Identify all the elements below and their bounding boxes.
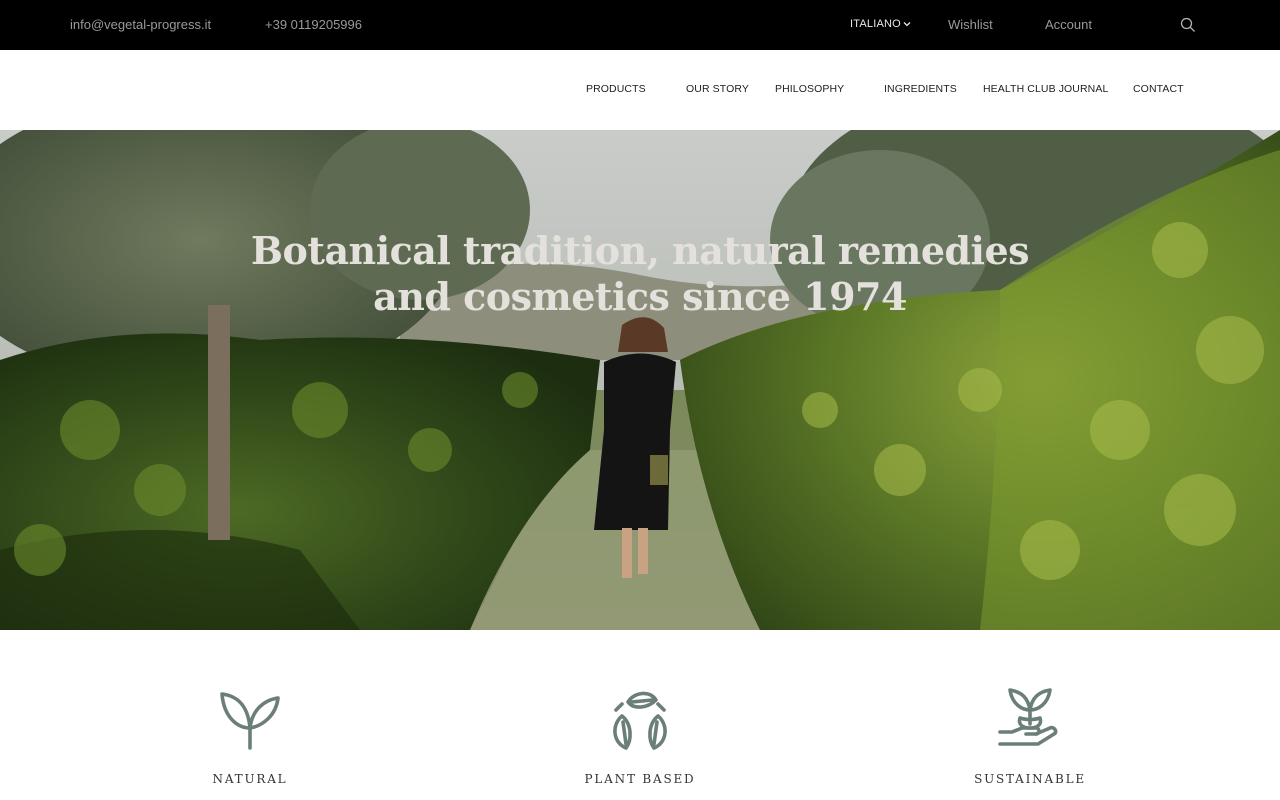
search-icon[interactable] (1180, 17, 1196, 33)
feature-label: SUSTAINABLE (974, 772, 1086, 786)
hero-banner: Botanical tradition, natural remedies an… (0, 130, 1280, 630)
hand-plant-icon (998, 688, 1058, 746)
main-nav: PRODUCTS OUR STORY PHILOSOPHY INGREDIENT… (0, 50, 1280, 130)
feature-plant-based: PLANT BASED (540, 688, 740, 786)
phone-link[interactable]: +39 0119205996 (265, 17, 362, 32)
feature-label: NATURAL (212, 772, 288, 786)
hero-title-line-2: and cosmetics since 1974 (373, 274, 907, 319)
email-link[interactable]: info@vegetal-progress.it (70, 17, 211, 32)
nav-item-philosophy[interactable]: PHILOSOPHY (775, 83, 844, 95)
leaf-recycle-icon (613, 691, 667, 750)
hero-title-line-1: Botanical tradition, natural remedies (250, 228, 1030, 273)
nav-item-our-story[interactable]: OUR STORY (686, 83, 749, 95)
account-link[interactable]: Account (1045, 17, 1092, 32)
wishlist-link[interactable]: Wishlist (948, 17, 993, 32)
language-selector[interactable]: ITALIANO (850, 18, 911, 30)
feature-label: PLANT BASED (584, 772, 696, 786)
feature-sustainable: SUSTAINABLE (930, 688, 1130, 786)
nav-item-products[interactable]: PRODUCTS (586, 83, 646, 95)
features-section: NATURAL PLANT BASED SUSTAINABLE (0, 630, 1280, 800)
nav-item-health-club-journal[interactable]: HEALTH CLUB JOURNAL (983, 83, 1108, 95)
feature-natural: NATURAL (150, 688, 350, 786)
nav-item-contact[interactable]: CONTACT (1133, 83, 1184, 95)
chevron-down-icon (903, 22, 911, 27)
hero-image (0, 130, 1280, 630)
language-label: ITALIANO (850, 18, 901, 30)
hero-title: Botanical tradition, natural remedies an… (0, 228, 1280, 320)
top-bar: info@vegetal-progress.it +39 0119205996 … (0, 0, 1280, 50)
nav-item-ingredients[interactable]: INGREDIENTS (884, 83, 957, 95)
sprout-icon (220, 692, 280, 750)
